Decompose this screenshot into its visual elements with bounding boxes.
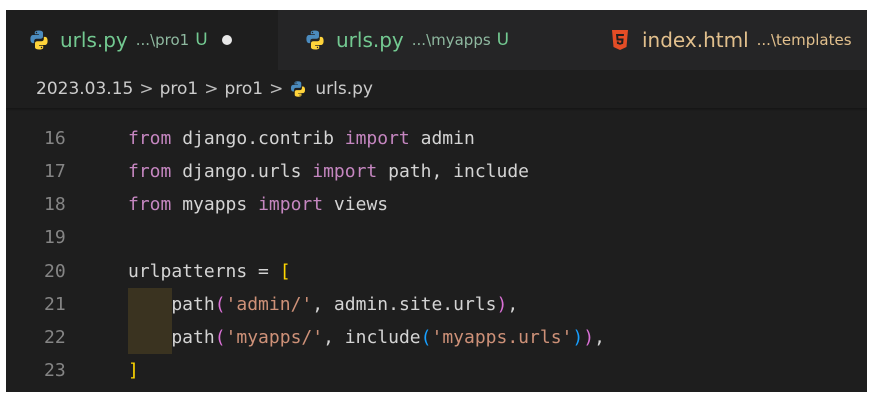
code-line[interactable]: 23 ] xyxy=(6,354,867,387)
line-number: 20 xyxy=(44,261,66,282)
code-line[interactable]: 17 from django.urls import path, include xyxy=(6,155,867,188)
code-line[interactable]: 19 xyxy=(6,221,867,254)
git-untracked-badge: U xyxy=(496,30,510,50)
tab-urls-py-myapps[interactable]: urls.py ...\myapps U xyxy=(278,10,578,70)
tab-file-name: urls.py xyxy=(60,28,128,52)
code-text: from django.contrib import admin xyxy=(128,128,475,149)
breadcrumb-item[interactable]: urls.py xyxy=(315,79,373,99)
breadcrumb: 2023.03.15 > pro1 > pro1 > urls.py xyxy=(6,70,867,108)
html5-icon xyxy=(612,30,628,50)
code-line[interactable]: 16 from django.contrib import admin xyxy=(6,122,867,155)
breadcrumb-separator: > xyxy=(269,79,284,99)
code-text: from myapps import views xyxy=(128,194,389,215)
code-line[interactable]: 22 path('myapps/', include('myapps.urls'… xyxy=(6,321,867,354)
python-icon xyxy=(30,30,48,50)
editor-scroll-shadow xyxy=(6,108,867,111)
code-line[interactable]: 21 path('admin/', admin.site.urls), xyxy=(6,288,867,321)
line-number: 21 xyxy=(44,294,66,315)
code-text: path('myapps/', include('myapps.urls')), xyxy=(128,327,605,348)
line-number: 17 xyxy=(44,161,66,182)
tab-file-path: ...\pro1 xyxy=(135,31,190,49)
code-text: path('admin/', admin.site.urls), xyxy=(128,294,519,315)
code-text: ] xyxy=(128,360,139,381)
breadcrumb-separator: > xyxy=(204,79,219,99)
unsaved-dot-icon[interactable] xyxy=(221,35,232,45)
tab-file-name: index.html xyxy=(642,28,749,52)
vscode-window: urls.py ...\pro1 U urls.py ...\myapps U … xyxy=(6,10,867,392)
python-icon xyxy=(291,81,306,97)
editor-tab-bar: urls.py ...\pro1 U urls.py ...\myapps U … xyxy=(6,10,867,70)
git-untracked-badge: U xyxy=(195,30,208,50)
line-number: 19 xyxy=(44,227,66,248)
tab-file-path: ...\templates xyxy=(756,31,852,49)
code-line[interactable]: 18 from myapps import views xyxy=(6,188,867,221)
code-line[interactable]: 20 urlpatterns = [ xyxy=(6,255,867,288)
line-number: 18 xyxy=(44,194,66,215)
code-editor[interactable]: 16 from django.contrib import admin 17 f… xyxy=(6,108,867,392)
line-number: 16 xyxy=(44,128,66,149)
breadcrumb-item[interactable]: 2023.03.15 xyxy=(36,79,133,99)
breadcrumb-item[interactable]: pro1 xyxy=(160,79,199,99)
breadcrumb-item[interactable]: pro1 xyxy=(224,79,263,99)
line-number: 22 xyxy=(44,327,66,348)
tab-file-name: urls.py xyxy=(336,28,404,52)
code-text: urlpatterns = [ xyxy=(128,261,291,282)
code-text: from django.urls import path, include xyxy=(128,161,529,182)
tab-file-path: ...\myapps xyxy=(411,31,491,49)
tab-urls-py-pro1[interactable]: urls.py ...\pro1 U xyxy=(6,10,278,70)
line-number: 23 xyxy=(44,360,66,381)
tab-index-html[interactable]: index.html ...\templates xyxy=(578,10,867,70)
breadcrumb-separator: > xyxy=(139,79,154,99)
python-icon xyxy=(306,30,324,50)
